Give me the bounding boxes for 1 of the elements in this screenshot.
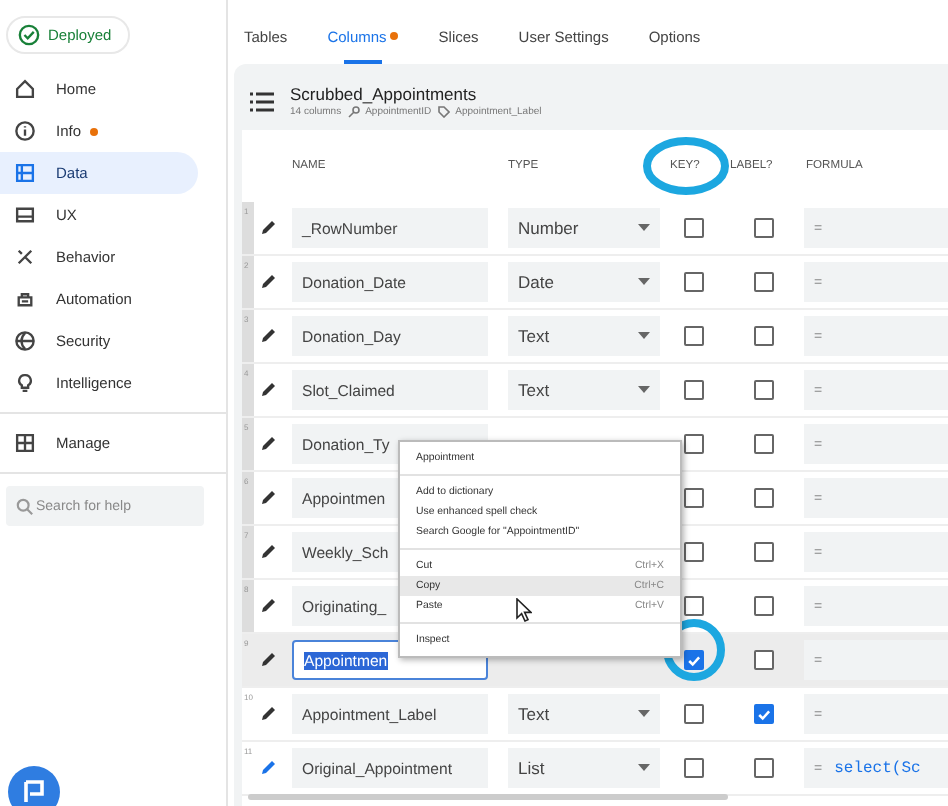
table-title: Scrubbed_Appointments	[290, 84, 479, 104]
